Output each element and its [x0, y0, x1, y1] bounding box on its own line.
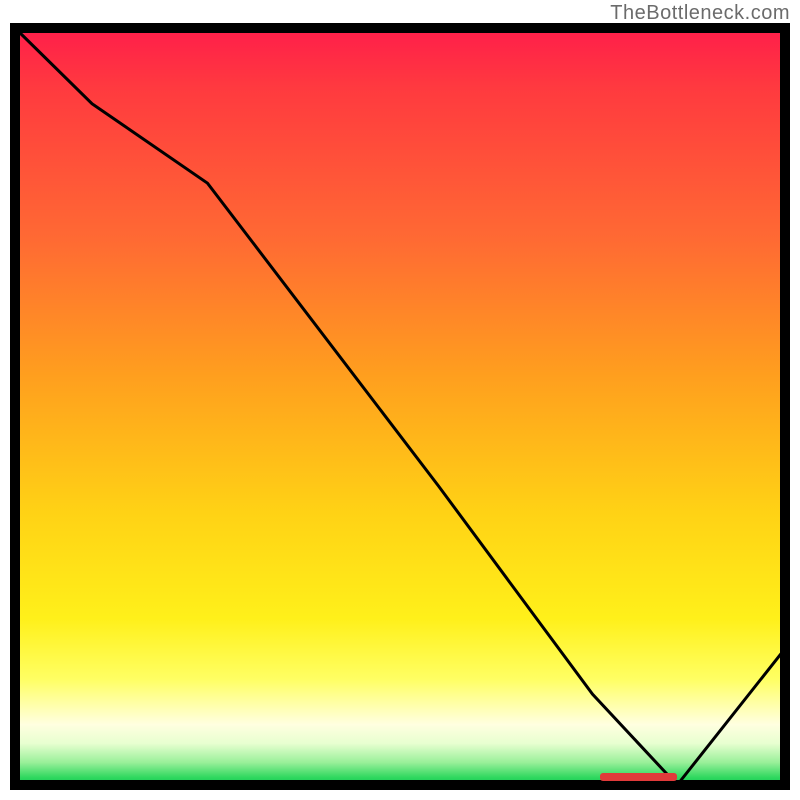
optimum-marker-bar: [600, 773, 677, 781]
chart-container: TheBottleneck.com: [0, 0, 800, 800]
chart-plot-area: [15, 28, 785, 785]
axes-frame: [15, 28, 785, 785]
chart-svg: [15, 28, 785, 785]
bottleneck-curve-path: [15, 28, 785, 785]
attribution-text: TheBottleneck.com: [610, 2, 790, 25]
